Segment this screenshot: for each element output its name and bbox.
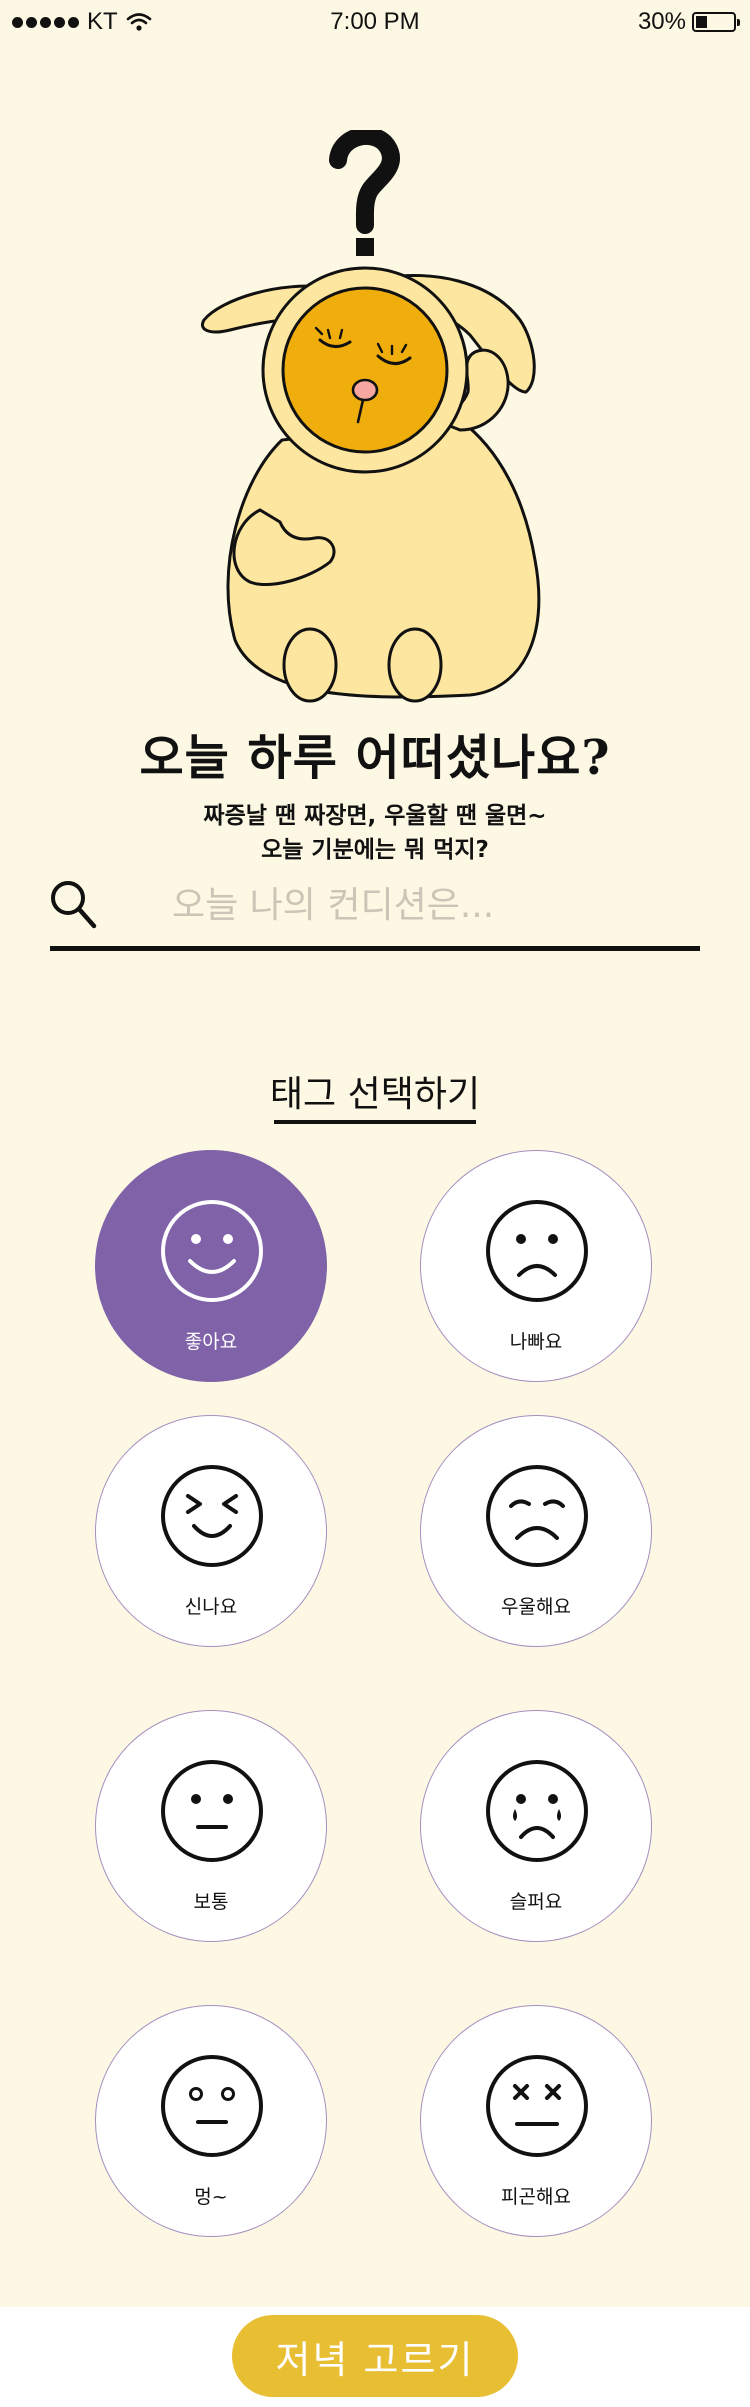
status-bar: KT 7:00 PM 30%: [0, 0, 750, 46]
tag-excited[interactable]: 신나요: [95, 1415, 327, 1647]
frown-face-icon: [486, 1200, 588, 1302]
battery-icon: [692, 12, 740, 32]
battery-percent: 30%: [637, 8, 686, 35]
tag-tired[interactable]: 피곤해요: [420, 2005, 652, 2237]
subtitle-line-1: 짜증날 땐 짜장면, 우울할 땐 울면~: [203, 803, 547, 829]
mascot-illustration: [201, 130, 541, 703]
battery-fill: [696, 16, 707, 28]
tag-section-title: 태그 선택하기: [269, 1074, 481, 1115]
crying-face-icon: [486, 1760, 588, 1862]
tag-sad[interactable]: 슬퍼요: [420, 1710, 652, 1942]
tag-label: 슬퍼요: [509, 1891, 563, 1913]
smile-face-icon: [161, 1200, 263, 1302]
tag-section-underline: [274, 1120, 476, 1124]
blank-face-icon: [161, 2055, 263, 2157]
gloomy-face-icon: [486, 1465, 588, 1567]
neutral-face-icon: [161, 1760, 263, 1862]
page-title: 오늘 하루 어떠셨나요?: [139, 730, 611, 786]
tag-label: 멍~: [194, 2186, 228, 2208]
tag-label: 신나요: [184, 1596, 238, 1618]
tired-face-icon: [486, 2055, 588, 2157]
search-input[interactable]: [170, 878, 694, 932]
tag-label: 좋아요: [184, 1331, 238, 1353]
tag-good[interactable]: 좋아요: [95, 1150, 327, 1382]
subtitle-line-2: 오늘 기분에는 뭐 먹지?: [261, 837, 489, 863]
search-icon[interactable]: [50, 876, 98, 932]
tag-bad[interactable]: 나빠요: [420, 1150, 652, 1382]
tag-label: 우울해요: [501, 1596, 571, 1618]
search-bar: [50, 870, 700, 951]
question-mark-icon: [329, 130, 400, 256]
bottom-bar: 저녁 고르기: [0, 2307, 750, 2407]
choose-dinner-button[interactable]: 저녁 고르기: [232, 2315, 518, 2397]
tag-neutral[interactable]: 보통: [95, 1710, 327, 1942]
tag-label: 피곤해요: [501, 2186, 571, 2208]
tag-blank[interactable]: 멍~: [95, 2005, 327, 2237]
status-right: 30%: [637, 8, 740, 36]
excited-face-icon: [161, 1465, 263, 1567]
tag-label: 보통: [193, 1891, 229, 1913]
tag-gloomy[interactable]: 우울해요: [420, 1415, 652, 1647]
tag-label: 나빠요: [509, 1331, 563, 1353]
